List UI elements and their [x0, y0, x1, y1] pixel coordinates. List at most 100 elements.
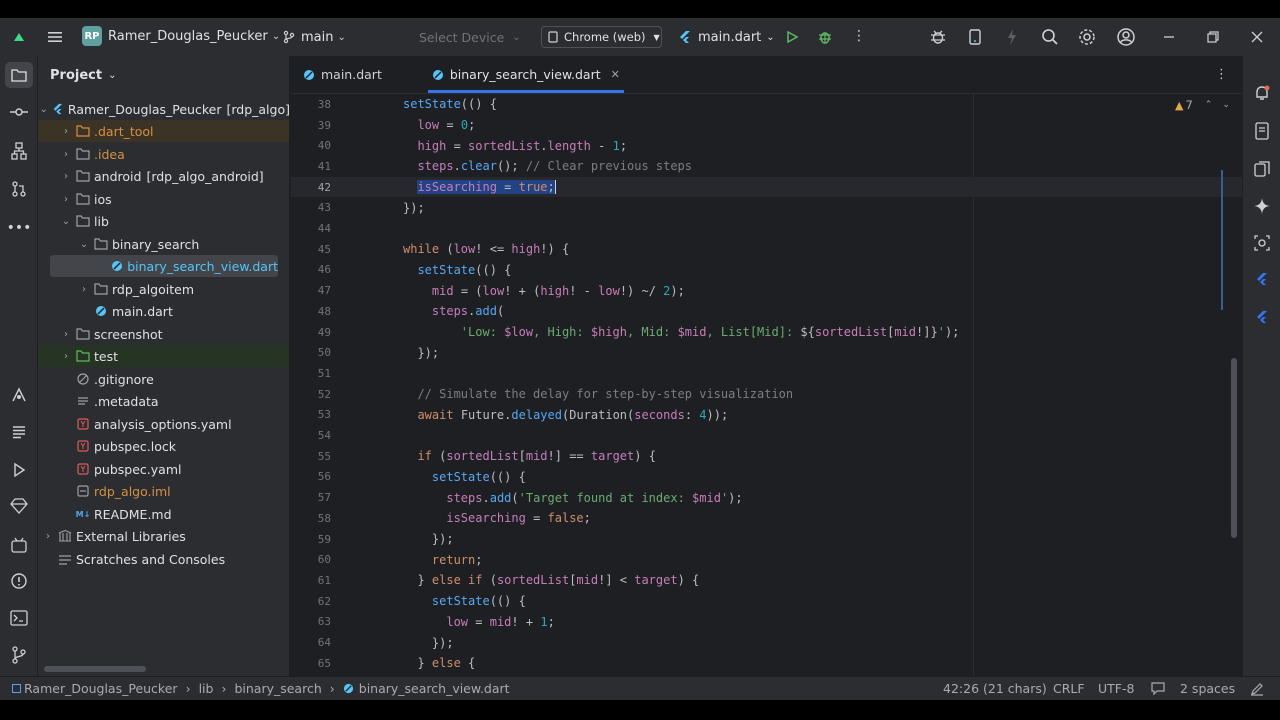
code-text: mid = (low! + (high! - low!) ~/ 2); [431, 283, 685, 298]
code-text: 'Low: $low, High: $high, Mid: $mid, List… [460, 325, 960, 340]
project-tool-button[interactable] [0, 62, 38, 88]
flutter-inspector-tool-icon[interactable] [1243, 272, 1280, 286]
folder-icon [94, 282, 108, 296]
tree-item-pubspec-yaml[interactable]: pubspec.yaml [38, 458, 289, 480]
structure-icon[interactable] [0, 142, 38, 160]
comment-icon[interactable] [1151, 682, 1165, 695]
breadcrumb-folder[interactable]: binary_search [234, 681, 321, 696]
tree-item-scratches[interactable]: Scratches and Consoles [38, 548, 289, 570]
more-vertical-icon[interactable]: ⋮ [1215, 67, 1228, 82]
commit-icon[interactable] [0, 104, 38, 120]
tree-item-external-libraries[interactable]: › External Libraries [38, 525, 289, 547]
line-ending[interactable]: CRLF [1053, 681, 1085, 696]
code-text: high = sortedList.length - 1; [417, 138, 628, 153]
project-panel-header[interactable]: Project ⌄ [38, 56, 289, 94]
flutter-performance-icon[interactable] [0, 386, 38, 404]
problems-icon[interactable] [0, 572, 38, 590]
line-number: 58 [317, 511, 331, 525]
gemini-icon[interactable] [1243, 198, 1280, 214]
tab-main-dart[interactable]: main.dart [291, 56, 394, 93]
tree-item-metadata[interactable]: .metadata [38, 390, 289, 412]
device-selector[interactable]: Select Device ⌄ [419, 26, 521, 48]
code-line-current: 42 isSearching = true; [291, 176, 1242, 198]
tree-item-lib[interactable]: ⌄ lib [38, 210, 289, 232]
horizontal-scrollbar[interactable] [44, 666, 146, 672]
tree-item-label: Ramer_Douglas_Peucker [67, 101, 222, 117]
browser-selector[interactable]: Chrome (web) ▼ [541, 26, 662, 48]
tree-item-pubspec-lock[interactable]: pubspec.lock [38, 435, 289, 457]
breadcrumb-project[interactable]: Ramer_Douglas_Peucker [24, 681, 178, 696]
hot-reload-icon[interactable] [1005, 28, 1019, 46]
run-config-selector[interactable]: main.dart ⌄ [678, 26, 775, 48]
layout-inspector-icon[interactable] [1243, 234, 1280, 252]
close-tab-icon[interactable]: ✕ [611, 68, 620, 81]
settings-gear-icon[interactable] [1078, 28, 1096, 46]
flutter-inspector-icon[interactable] [929, 28, 947, 46]
file-encoding[interactable]: UTF-8 [1098, 681, 1134, 696]
account-icon[interactable] [1116, 27, 1136, 47]
tree-item-readme[interactable]: M↓ README.md [38, 503, 289, 525]
chevron-down-icon: ⌄ [79, 238, 89, 250]
code-area[interactable]: ▲ 7 ⌃ ⌄ 38 setState(() { 39 low = 0; 40 h… [291, 94, 1242, 676]
device-manager-icon[interactable] [967, 28, 983, 46]
scroll-marker [1221, 170, 1223, 310]
running-devices-icon[interactable] [1243, 160, 1280, 178]
tree-item-gitignore[interactable]: .gitignore [38, 368, 289, 390]
tree-item-android[interactable]: › android [rdp_algo_android] [38, 165, 289, 187]
project-panel-title: Project [50, 67, 103, 83]
flutter-performance-tool-icon[interactable] [1243, 310, 1280, 324]
tree-item-main-dart[interactable]: main.dart [38, 300, 289, 322]
tree-item-binary-search[interactable]: ⌄ binary_search [38, 233, 289, 255]
device-file-explorer-icon[interactable] [1243, 122, 1280, 140]
tree-item-dart-tool[interactable]: › .dart_tool [38, 120, 289, 142]
run-icon[interactable] [785, 30, 799, 44]
code-text: return; [431, 552, 483, 567]
tree-item-rdp-algoitem[interactable]: › rdp_algoitem [38, 278, 289, 300]
main-menu-icon[interactable] [46, 28, 64, 46]
line-number: 43 [317, 201, 331, 215]
code-line: 55 if (sortedList[mid!] == target) { [291, 446, 1242, 467]
library-icon [58, 529, 72, 543]
version-control-icon[interactable] [0, 646, 38, 664]
tab-binary-search-view[interactable]: binary_search_view.dart ✕ [420, 56, 632, 93]
services-icon[interactable] [0, 498, 38, 514]
code-line: 59 }); [291, 529, 1242, 550]
tree-item-project-root[interactable]: ⌄ Ramer_Douglas_Peucker [rdp_algo] [38, 98, 289, 120]
logcat-icon[interactable] [0, 536, 38, 554]
close-icon[interactable] [1250, 30, 1264, 44]
tree-item-idea[interactable]: › .idea [38, 143, 289, 165]
run-tool-icon[interactable] [0, 462, 38, 478]
more-tools-icon[interactable]: ••• [0, 220, 38, 236]
search-icon[interactable] [1041, 28, 1059, 46]
project-selector[interactable]: RP Ramer_Douglas_Peucker ⌄ [82, 26, 280, 46]
tree-item-binary-search-view[interactable]: binary_search_view.dart [50, 255, 278, 277]
caret-position[interactable]: 42:26 (21 chars) [943, 681, 1047, 696]
branch-selector[interactable]: main ⌄ [282, 26, 346, 48]
breadcrumb-file[interactable]: binary_search_view.dart [359, 681, 510, 696]
indent-setting[interactable]: 2 spaces [1180, 681, 1235, 696]
breadcrumb-lib[interactable]: lib [199, 681, 214, 696]
line-number: 54 [317, 429, 331, 443]
restore-icon[interactable] [1206, 30, 1220, 44]
outline-icon[interactable] [0, 424, 38, 440]
tree-item-label: screenshot [94, 326, 163, 342]
debug-icon[interactable] [817, 29, 833, 45]
minimize-icon[interactable] [1162, 30, 1176, 44]
tree-item-rdp-algo-iml[interactable]: rdp_algo.iml [38, 480, 289, 502]
pull-requests-icon[interactable] [0, 180, 38, 198]
vertical-scrollbar[interactable] [1231, 358, 1237, 538]
status-bar: Ramer_Douglas_Peucker › lib › binary_sea… [0, 676, 1280, 700]
more-vertical-icon[interactable]: ⋮ [852, 28, 866, 44]
tree-item-ios[interactable]: › ios [38, 188, 289, 210]
tree-item-analysis-options[interactable]: analysis_options.yaml [38, 413, 289, 435]
line-number: 48 [317, 304, 331, 318]
tree-item-label: README.md [94, 506, 172, 522]
notifications-icon[interactable] [1243, 84, 1280, 102]
dart-file-icon [432, 69, 444, 81]
edit-lock-icon[interactable] [1250, 682, 1264, 696]
module-file-icon [76, 484, 90, 498]
tree-item-test[interactable]: › test [38, 345, 289, 367]
tree-item-screenshot[interactable]: › screenshot [38, 323, 289, 345]
dart-file-icon [94, 304, 108, 318]
terminal-icon[interactable] [0, 610, 38, 626]
